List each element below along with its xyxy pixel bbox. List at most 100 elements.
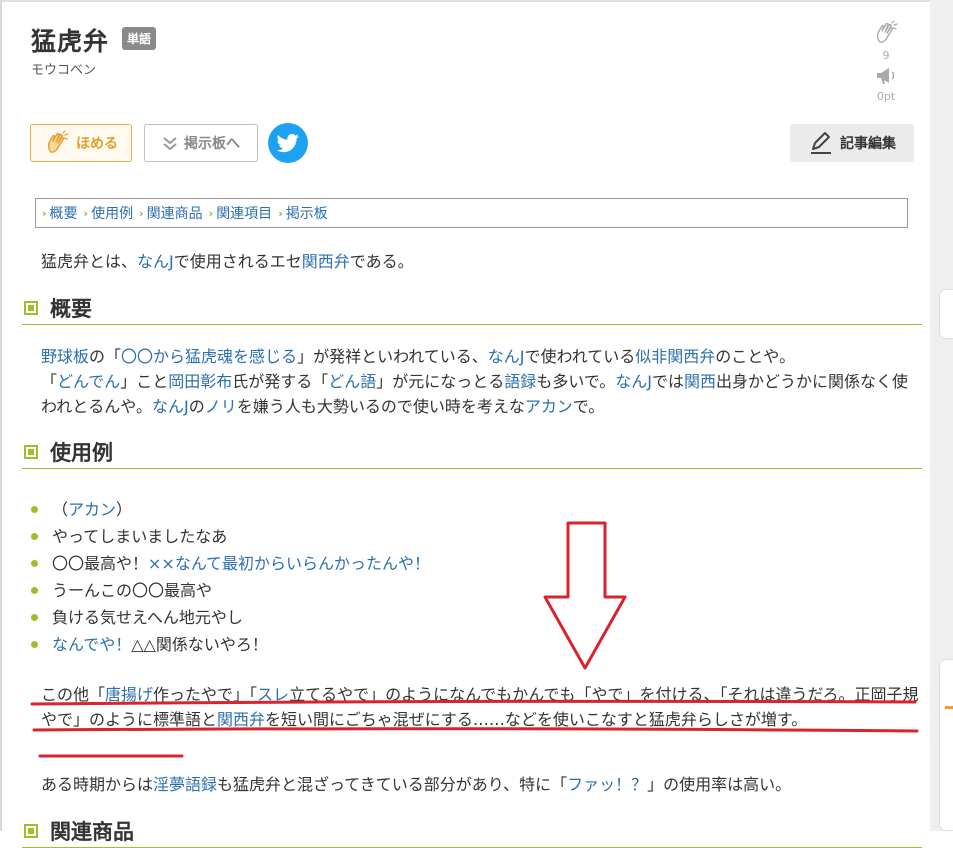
heading-text: 概要 (50, 297, 92, 321)
inmu-note-paragraph: ある時期からは淫夢語録も猛虎弁と混ざってきている部分があり、特に「ファッ！？」の… (41, 772, 921, 797)
table-of-contents: › 概要 › 使用例 › 関連商品 › 関連項目 › 掲示板 (35, 198, 908, 228)
chevron-right-icon: › (208, 206, 214, 220)
side-tab-upper[interactable] (940, 290, 953, 338)
link-nanj[interactable]: なんJ (137, 252, 174, 271)
section-marker-icon (24, 301, 38, 315)
down-arrow-annotation (543, 521, 627, 670)
link[interactable]: 淫夢語録 (153, 775, 217, 794)
link[interactable]: ノリ (205, 397, 237, 416)
title-reading: モウコベン (31, 63, 97, 78)
link[interactable]: 関西弁 (217, 710, 265, 729)
bullet-icon (31, 641, 38, 648)
text: 氏が発する「 (232, 372, 329, 391)
chevron-right-icon: › (278, 206, 283, 220)
top-border (0, 0, 953, 2)
text: も猛虎弁と混ざってきている部分があり、特に「 (217, 775, 568, 794)
points-count: 0pt (876, 90, 896, 103)
text: も多いで。 (536, 372, 616, 391)
text: 」こと (120, 372, 169, 391)
text: 負ける気せえへん地元やし (52, 608, 243, 627)
text: を嫌う人も大勢いるので使い時を考えな (236, 397, 525, 416)
bullet-icon (31, 506, 38, 513)
toc-item-related-items[interactable]: › 関連項目 (209, 203, 273, 223)
overview-paragraph: 野球板の「〇〇から猛虎魂を感じる」が発祥といわれている、なんJで使われている似非… (41, 344, 911, 419)
bullet-icon (31, 560, 38, 567)
link[interactable]: なんJ (615, 372, 652, 391)
link[interactable]: 唐揚げ (105, 685, 153, 704)
link[interactable]: なんJ (488, 347, 525, 366)
text: のことや。 (715, 347, 796, 366)
link[interactable]: アカン (525, 397, 573, 416)
toc-link[interactable]: 使用例 (91, 203, 133, 223)
text: を短い間にごちゃ混ぜにする……などを使いこなすと猛虎弁らしさが増す。 (265, 710, 808, 729)
bullet-icon (31, 614, 38, 621)
bbs-label: 掲示板へ (184, 136, 240, 152)
link[interactable]: 〇〇から (121, 347, 185, 366)
link[interactable]: ××なんて最初からいらんかったんや！ (148, 550, 430, 577)
list-item: やってしまいましたなあ (31, 523, 430, 550)
homeru-count: 9 (882, 49, 890, 62)
link[interactable]: どん語 (328, 372, 376, 391)
text: ） (116, 500, 133, 519)
link[interactable]: なんでや！ (52, 631, 131, 658)
toc-item-usage[interactable]: › 使用例 (84, 203, 134, 223)
toc-link[interactable]: 掲示板 (286, 203, 328, 223)
text: 」の使用率は高い。 (647, 775, 792, 794)
homeru-label: ほめる (76, 136, 118, 152)
side-tab-lower[interactable] (940, 660, 953, 830)
twitter-share-button[interactable] (268, 123, 308, 163)
text: 〇〇最高や！ (52, 554, 149, 573)
side-tab-marker (945, 706, 953, 709)
usage-note-paragraph: この他「唐揚げ作ったやで」「スレ立てるやで」のようになんでもかんでも「やで」を付… (41, 682, 921, 732)
link[interactable]: 関西 (684, 372, 716, 391)
clap-icon (47, 130, 69, 153)
bbs-button[interactable]: 掲示板へ (144, 124, 258, 162)
pencil-icon (811, 132, 831, 154)
toc-link[interactable]: 概要 (50, 203, 78, 223)
chevron-right-icon: › (139, 206, 144, 220)
list-item: うーんこの〇〇最高や (31, 577, 430, 604)
toc-item-related-products[interactable]: › 関連商品 (139, 203, 203, 223)
double-chevron-down-icon (163, 137, 177, 151)
text: 猛虎弁とは、 (41, 252, 138, 271)
text: の (188, 397, 205, 416)
edit-article-button[interactable]: 記事編集 (790, 124, 914, 162)
chevron-right-icon: › (42, 206, 47, 220)
link[interactable]: ファッ！？ (567, 775, 647, 794)
chevron-right-icon: › (83, 206, 89, 220)
text: で使用されるエセ (173, 252, 302, 271)
list-item: 〇〇最高や！ ××なんて最初からいらんかったんや！ (31, 550, 430, 577)
intro-paragraph: 猛虎弁とは、なんJで使用されるエセ関西弁である。 (41, 249, 414, 274)
link[interactable]: なんJ (152, 397, 189, 416)
clap-icon (876, 20, 898, 43)
link[interactable]: 猛虎魂を感じる (185, 347, 297, 366)
link[interactable]: スレ (257, 685, 289, 704)
toc-item-overview[interactable]: › 概要 (42, 203, 78, 223)
text: △△関係ないやろ！ (131, 635, 268, 654)
heading-text: 使用例 (50, 441, 113, 465)
text: この他「 (41, 685, 106, 704)
list-item: （アカン） (31, 496, 430, 523)
homeru-button[interactable]: ほめる (30, 124, 132, 162)
toc-link[interactable]: 関連項目 (216, 203, 272, 223)
edit-label: 記事編集 (840, 136, 896, 152)
text: で。 (572, 397, 605, 416)
link-kansaiben[interactable]: 関西弁 (302, 252, 350, 271)
link[interactable]: 似非関西弁 (635, 347, 715, 366)
toc-link[interactable]: 関連商品 (147, 203, 203, 223)
toc-item-bbs[interactable]: › 掲示板 (278, 203, 328, 223)
link[interactable]: アカン (68, 496, 116, 523)
text: ある時期からは (41, 775, 154, 794)
usage-example-list: （アカン） やってしまいましたなあ 〇〇最高や！ ××なんて最初からいらんかったん… (31, 496, 430, 658)
link[interactable]: 野球板 (41, 347, 89, 366)
text: 」が元になっとる (376, 372, 505, 391)
section-heading-related-products: 関連商品 (22, 815, 922, 848)
text: 作ったやで」「 (153, 685, 258, 704)
link[interactable]: 語録 (504, 372, 536, 391)
link[interactable]: どんでん (57, 372, 120, 391)
link[interactable]: 岡田彰布 (168, 372, 232, 391)
section-heading-overview: 概要 (22, 292, 922, 325)
twitter-bird-icon (277, 134, 299, 153)
text: の「 (89, 347, 122, 366)
section-marker-icon (24, 445, 38, 459)
